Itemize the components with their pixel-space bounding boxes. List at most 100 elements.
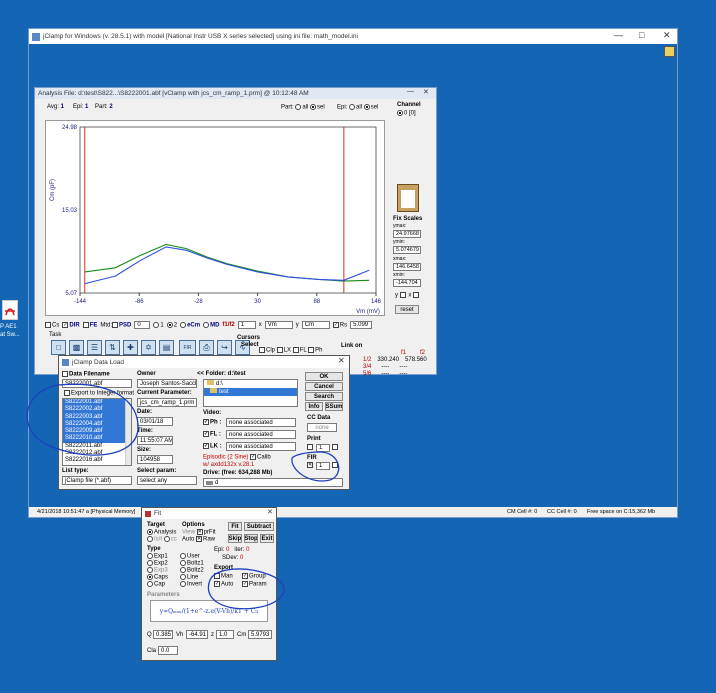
type-caps-radio[interactable]: Caps — [147, 574, 168, 581]
fit-close-button[interactable]: ✕ — [267, 508, 273, 516]
skip-button[interactable]: Skip — [228, 534, 242, 543]
cursor-checkboxes[interactable]: Clp LX FL Ph — [259, 347, 323, 354]
info-button[interactable]: Info — [305, 402, 323, 411]
filename-input[interactable]: S8222001.abf — [62, 379, 132, 388]
file-list-item[interactable]: S8222012.abf — [63, 450, 131, 457]
fe-checkbox[interactable]: FE — [82, 321, 97, 328]
rs-checkbox[interactable]: ✓ Rs — [332, 321, 347, 328]
folder-list[interactable]: d:\ test — [203, 379, 298, 407]
psd-input[interactable]: 0 — [134, 321, 151, 329]
type-invert-radio[interactable]: Invert — [180, 581, 202, 588]
fit-button[interactable]: Fit — [228, 522, 242, 531]
lk-input[interactable]: none associated — [226, 442, 296, 451]
radio-1[interactable]: 1 — [153, 321, 164, 328]
type-exp2-radio[interactable]: Exp2 — [147, 560, 168, 567]
file-list-item[interactable]: S8222016.abf — [63, 457, 131, 464]
ph-checkbox[interactable]: ✓ Ph : — [203, 419, 221, 426]
rs-input[interactable]: 5.099 — [350, 321, 373, 329]
export-integer-checkbox[interactable]: Export to Integer format — [64, 390, 134, 397]
file-list-item[interactable]: S8222011.abf — [63, 443, 131, 450]
analysis-minimize-button[interactable]: — — [407, 88, 414, 95]
drive-select[interactable]: d — [203, 478, 343, 487]
select-param-select[interactable]: select any — [137, 476, 197, 485]
radio-2[interactable]: 2 — [166, 321, 177, 328]
ssum-button[interactable]: SSum — [325, 402, 343, 411]
reset-button[interactable]: reset — [395, 305, 419, 314]
options-auto[interactable]: Auto ✕ Raw — [182, 536, 215, 543]
data-filename-label[interactable]: Data Filename — [62, 371, 110, 378]
md-radio[interactable]: MD — [203, 321, 219, 328]
epi-radio-group[interactable]: Epi: all sel — [337, 104, 378, 111]
calc-icon[interactable]: ▤ — [159, 340, 174, 355]
dir-checkbox[interactable]: ✓ DIR — [62, 321, 80, 328]
fir-control[interactable]: ✕ 1 — [307, 462, 339, 470]
channel-radio[interactable]: 0 [0] — [397, 110, 416, 117]
ph-input[interactable]: none associated — [226, 418, 296, 427]
maximize-button[interactable]: □ — [639, 30, 644, 40]
file-list-item[interactable]: S8222003.abf — [63, 413, 131, 421]
subtract-button[interactable]: Subtract — [244, 522, 274, 531]
vh-input[interactable]: -64.91 — [186, 630, 208, 639]
print-icon[interactable]: ⎙ — [199, 340, 214, 355]
file-list-item[interactable]: S8222002.abf — [63, 406, 131, 414]
type-user-radio[interactable]: User — [180, 553, 200, 560]
xmax-input[interactable]: 146.6458 — [393, 263, 421, 271]
xmin-input[interactable]: -144.704 — [393, 279, 421, 287]
type-boltz2-radio[interactable]: Boltz2 — [180, 567, 204, 574]
cursor-icon[interactable]: ✚ — [123, 340, 138, 355]
type-exp1-radio[interactable]: Exp1 — [147, 553, 168, 560]
ecm-radio[interactable]: eCm — [180, 321, 200, 328]
size-input[interactable]: 104958 — [137, 455, 173, 464]
fl-input[interactable]: none associated — [226, 430, 296, 439]
crosshair-icon[interactable]: ✡ — [141, 340, 156, 355]
print-control[interactable]: 1 — [307, 444, 339, 452]
export-param-checkbox[interactable]: ✓ Param — [242, 581, 267, 588]
file-list-item[interactable]: S8222001.abf — [63, 399, 131, 407]
file-list-item[interactable]: S8222010.abf — [63, 435, 131, 443]
ymin-input[interactable]: 5.074679 — [393, 246, 421, 254]
type-line-radio[interactable]: Line — [180, 574, 198, 581]
current-param-input[interactable]: jcs_cm_ramp_1.prm — [137, 398, 197, 407]
minimize-button[interactable]: — — [614, 30, 623, 40]
type-exp3-radio[interactable]: Exp3 — [147, 567, 168, 574]
folder-icon[interactable]: □ — [51, 340, 66, 355]
list-type-select[interactable]: jClamp file (*.abf) — [62, 476, 132, 485]
cm-input[interactable]: 5.9793 — [248, 630, 272, 639]
file-list-item[interactable]: S8222004.abf — [63, 420, 131, 429]
mtd-field[interactable]: Mtd: PSD — [100, 321, 131, 328]
file-list[interactable]: S8222001.abf S8222002.abf S8222003.abf S… — [62, 398, 132, 466]
time-input[interactable]: 11:55:07 AM — [137, 436, 173, 445]
main-toolbar-icon[interactable] — [664, 46, 675, 57]
close-button[interactable]: ✕ — [663, 30, 671, 41]
z-input[interactable]: 1.0 — [216, 630, 234, 639]
cla-input[interactable]: 0.0 — [158, 646, 178, 655]
q-input[interactable]: 0.3857 — [153, 630, 173, 639]
export-icon[interactable]: ↪ — [217, 340, 232, 355]
fir-button[interactable]: FIR — [179, 340, 196, 355]
cs-checkbox[interactable]: Cs — [45, 321, 59, 328]
export-auto-checkbox[interactable]: ✓ Auto — [214, 581, 233, 588]
owner-input[interactable]: Joseph Santos-Sacchi — [137, 379, 197, 388]
xy-checkboxes[interactable]: y x — [395, 292, 420, 299]
target-analysis-radio[interactable]: Analysis — [147, 529, 176, 536]
folder-item[interactable]: test — [204, 388, 297, 396]
y-axis-select[interactable]: Cm — [301, 321, 330, 329]
save-icon[interactable]: ▩ — [69, 340, 84, 355]
f1f2-select[interactable]: 1 — [237, 321, 256, 329]
ok-button[interactable]: OK — [305, 372, 343, 381]
data-load-close-button[interactable]: ✕ — [338, 356, 345, 365]
file-list-scrollbar[interactable] — [125, 399, 131, 465]
lk-checkbox[interactable]: ✓ LK : — [203, 443, 222, 450]
stop-button[interactable]: Stop — [244, 534, 258, 543]
cancel-button[interactable]: Cancel — [305, 382, 343, 391]
options-view[interactable]: View ✕ prFit — [182, 529, 216, 536]
export-man-checkbox[interactable]: Man — [214, 573, 233, 580]
scales-clipboard-icon[interactable] — [397, 184, 419, 212]
search-button[interactable]: Search — [305, 392, 343, 401]
date-input[interactable]: 03/01/18 — [137, 417, 173, 426]
exit-button[interactable]: Exit — [260, 534, 274, 543]
analysis-close-button[interactable]: ✕ — [423, 88, 429, 96]
scale-icon[interactable]: ⇅ — [105, 340, 120, 355]
desktop-pdf-icon[interactable]: P AE1 at Sw... — [0, 300, 24, 342]
fl-checkbox[interactable]: ✓ FL : — [203, 431, 221, 438]
